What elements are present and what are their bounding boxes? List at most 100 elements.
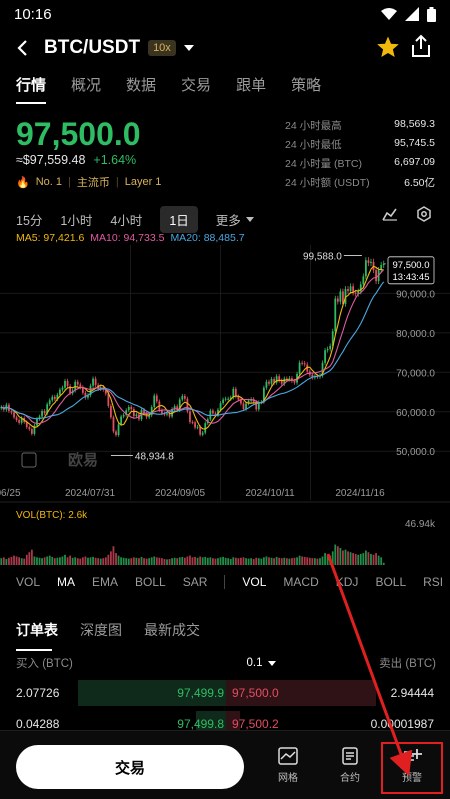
trade-button[interactable]: 交易 (16, 745, 244, 789)
stat-label: 24 小时最高 (285, 120, 342, 132)
candle-body (270, 379, 273, 384)
volume-bar (181, 556, 184, 565)
sell-header: 卖出 (BTC) (379, 658, 436, 670)
volume-bar (104, 557, 107, 565)
tag-layer1[interactable]: Layer 1 (125, 176, 162, 188)
volume-bar (291, 558, 293, 565)
timeframe-15m[interactable]: 15分 (16, 210, 42, 229)
pair-title[interactable]: BTC/USDT (44, 37, 140, 59)
ind-sub-vol[interactable]: VOL (242, 575, 266, 589)
candle-body (268, 381, 270, 384)
volume-bar (132, 557, 135, 565)
volume-bar (194, 556, 196, 565)
tab-order-book[interactable]: 订单表 (16, 620, 58, 651)
ind-sub-boll[interactable]: BOLL (375, 575, 406, 589)
candle-body (293, 380, 296, 383)
tab-copy-trading[interactable]: 跟单 (236, 74, 266, 95)
volume-bar (87, 557, 89, 565)
volume-bar (364, 550, 367, 565)
candle-body (265, 381, 268, 388)
volume-bar (13, 555, 15, 565)
tab-overview[interactable]: 概况 (71, 74, 101, 95)
volume-bar (331, 551, 334, 565)
chevron-left-icon[interactable] (14, 39, 32, 57)
chevron-down-icon[interactable] (183, 45, 194, 51)
orderbook-header: 买入 (BTC) 0.1 卖出 (BTC) (16, 655, 436, 671)
tab-market[interactable]: 行情 (16, 74, 47, 104)
volume-bar (122, 557, 125, 565)
indicator-icon[interactable] (382, 207, 398, 221)
ind-main-boll[interactable]: BOLL (135, 575, 166, 589)
current-price-label: 97,500.0 (393, 260, 430, 271)
volume-bar (336, 546, 339, 565)
candle-body (13, 412, 15, 418)
ind-main-ma[interactable]: MA (57, 575, 75, 589)
candle-body (117, 424, 120, 436)
volume-bar (59, 557, 61, 565)
volume-bar (234, 557, 237, 565)
settings-icon[interactable] (416, 206, 432, 222)
volume-bar (178, 557, 181, 565)
orderbook-row[interactable]: 2.07726 97,499.9 97,500.0 2.94444 (0, 680, 450, 706)
candlestick-chart[interactable]: 90,000.0 80,000.0 70,000.0 60,000.0 50,000.0… (0, 245, 450, 595)
candle-body (51, 396, 54, 401)
tab-strategy[interactable]: 策略 (291, 74, 321, 95)
volume-bar (280, 558, 283, 565)
timeframe-more[interactable]: 更多 (216, 210, 254, 229)
precision-value: 0.1 (246, 657, 263, 669)
ind-sub-kdj[interactable]: KDJ (336, 575, 359, 589)
volume-bar (18, 557, 21, 565)
volume-bar (20, 558, 23, 565)
price-tick-label: 80,000.0 (396, 329, 435, 340)
grid-button[interactable]: 网格 (268, 747, 308, 784)
timeframe-1d[interactable]: 1日 (160, 206, 198, 233)
contract-button[interactable]: 合约 (330, 747, 370, 784)
precision-select[interactable]: 0.1 (247, 657, 276, 669)
volume-bar (357, 554, 360, 565)
candle-body (64, 380, 66, 388)
volume-bar (130, 558, 133, 565)
tab-depth-chart[interactable]: 深度图 (80, 620, 122, 640)
tab-latest-trades[interactable]: 最新成交 (144, 620, 200, 640)
volume-bar (219, 557, 222, 565)
tab-data[interactable]: 数据 (126, 74, 156, 95)
candle-body (122, 414, 125, 417)
ind-sub-rsi[interactable]: RSI (423, 575, 443, 589)
volume-bar (2, 557, 5, 565)
tab-trade[interactable]: 交易 (181, 74, 211, 95)
ind-main-ema[interactable]: EMA (92, 575, 118, 589)
candle-body (61, 387, 64, 390)
tag-rank[interactable]: No. 1 (36, 176, 62, 188)
candle-body (362, 276, 365, 285)
volume-bar (326, 554, 329, 565)
share-icon[interactable] (410, 34, 432, 58)
volume-bar (173, 557, 176, 565)
volume-bar (143, 558, 145, 565)
ind-main-vol[interactable]: VOL (16, 575, 40, 589)
timeframe-1h[interactable]: 1小时 (60, 210, 92, 229)
candle-body (191, 422, 194, 424)
star-icon[interactable] (376, 35, 400, 59)
volume-bar (148, 558, 151, 565)
stat-label: 24 小时额 (USDT) (285, 177, 370, 189)
volume-bar (229, 559, 232, 565)
main-tabs: 行情 概况 数据 交易 跟单 策略 (16, 74, 321, 104)
price-tick-label: 70,000.0 (396, 368, 435, 379)
timeframe-selector: 15分 1小时 4小时 1日 更多 (16, 206, 254, 233)
volume-bar (15, 556, 18, 565)
ind-sub-macd[interactable]: MACD (283, 575, 318, 589)
tag-mainstream[interactable]: 主流币 (77, 174, 110, 190)
candle-body (59, 389, 61, 395)
candle-body (153, 395, 156, 408)
volume-bar (232, 557, 235, 565)
volume-bar (367, 552, 370, 565)
bid-quantity: 2.07726 (16, 686, 60, 700)
volume-bar (153, 556, 156, 565)
stat-value: 6.50亿 (404, 177, 435, 189)
volume-bar (150, 557, 153, 565)
candle-body (298, 362, 301, 374)
volume-bar (76, 558, 79, 565)
ind-main-sar[interactable]: SAR (183, 575, 208, 589)
usd-equivalent: ≈$97,559.48 (16, 153, 86, 167)
timeframe-4h[interactable]: 4小时 (110, 210, 142, 229)
